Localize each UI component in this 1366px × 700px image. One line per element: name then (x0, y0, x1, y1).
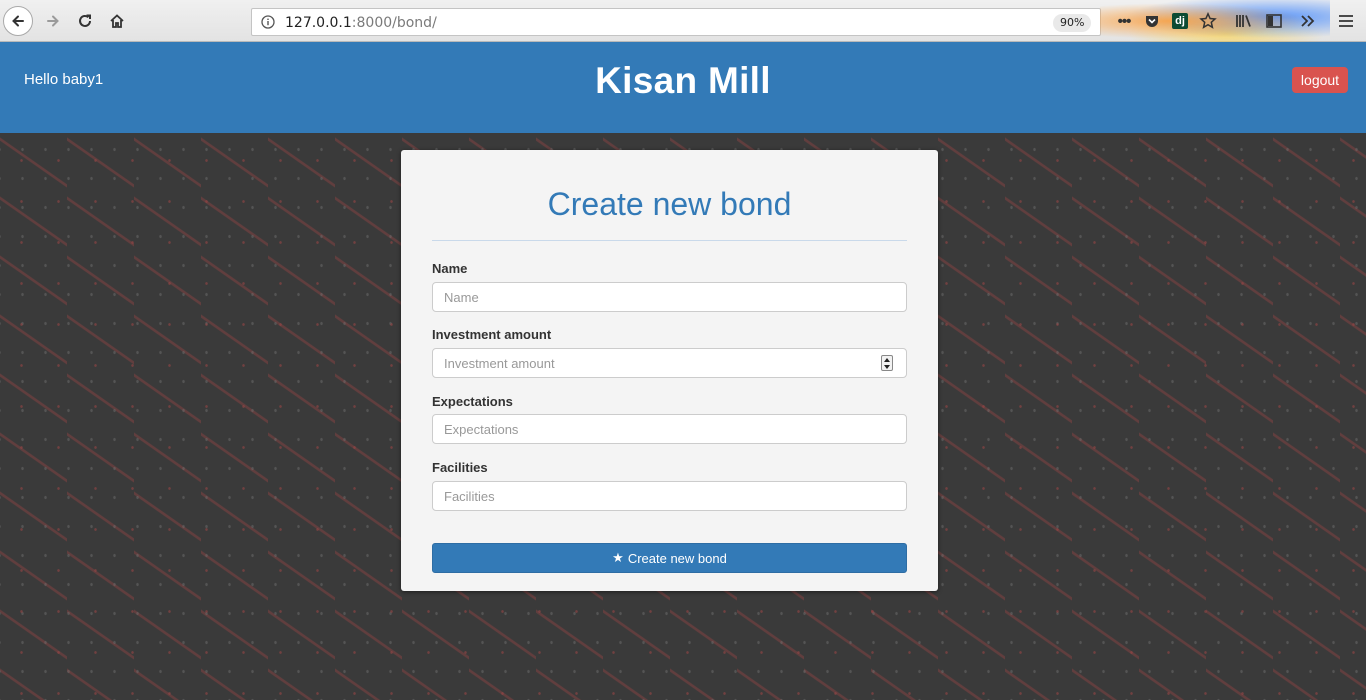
chevrons-right-icon (1301, 15, 1315, 27)
star-icon: ★ (612, 550, 624, 565)
forward-arrow-icon (47, 15, 59, 27)
home-button[interactable] (102, 6, 132, 36)
pocket-icon (1146, 16, 1158, 27)
investment-amount-input[interactable] (432, 348, 907, 378)
library-button[interactable] (1232, 9, 1256, 33)
sidebar-toggle-button[interactable] (1262, 9, 1286, 33)
create-bond-submit-button[interactable]: ★ Create new bond (432, 543, 907, 573)
expectations-label: Expectations (432, 394, 513, 409)
title-divider (432, 240, 907, 241)
investment-amount-label: Investment amount (432, 327, 552, 342)
url-text: 127.0.0.1:8000/bond/ (285, 15, 437, 31)
star-icon (1199, 12, 1217, 29)
back-button[interactable] (3, 6, 33, 36)
reload-icon (79, 14, 91, 27)
name-input[interactable] (432, 282, 907, 312)
submit-button-label: Create new bond (627, 550, 727, 566)
create-bond-card: Create new bond Name Investment amount E… (401, 150, 938, 591)
overflow-menu-button[interactable] (1296, 9, 1320, 33)
url-host: 127.0.0.1 (285, 15, 352, 31)
site-brand-title: Kisan Mill (595, 60, 771, 101)
page-actions-menu-icon[interactable]: ••• (1112, 9, 1136, 33)
facilities-input[interactable] (432, 481, 907, 511)
url-path: :8000/bond/ (351, 15, 437, 31)
reload-button[interactable] (70, 6, 100, 36)
form-title: Create new bond (547, 186, 792, 222)
django-extension-button[interactable]: dj (1168, 9, 1192, 33)
bookmark-star-button[interactable] (1196, 9, 1220, 33)
django-icon: dj (1172, 13, 1188, 29)
hamburger-icon (1339, 15, 1353, 27)
sidebar-icon (1266, 14, 1282, 28)
number-spinner[interactable] (881, 355, 893, 371)
name-label: Name (432, 261, 468, 276)
library-icon (1236, 15, 1251, 27)
logout-button[interactable]: logout (1292, 67, 1348, 93)
facilities-label: Facilities (432, 460, 488, 475)
browser-toolbar: 127.0.0.1:8000/bond/ 90% ••• dj (0, 0, 1366, 42)
hamburger-menu-button[interactable] (1334, 9, 1358, 33)
site-header: Hello baby1 Kisan Mill logout (0, 42, 1366, 133)
zoom-level-badge[interactable]: 90% (1053, 14, 1092, 32)
home-icon (110, 14, 124, 28)
back-arrow-icon (12, 15, 24, 27)
address-bar[interactable]: 127.0.0.1:8000/bond/ 90% (251, 8, 1101, 36)
forward-button[interactable] (38, 6, 68, 36)
pocket-button[interactable] (1140, 9, 1164, 33)
spin-up-icon[interactable] (884, 357, 890, 362)
info-icon (261, 15, 275, 29)
spin-down-icon[interactable] (884, 364, 890, 369)
expectations-input[interactable] (432, 414, 907, 444)
